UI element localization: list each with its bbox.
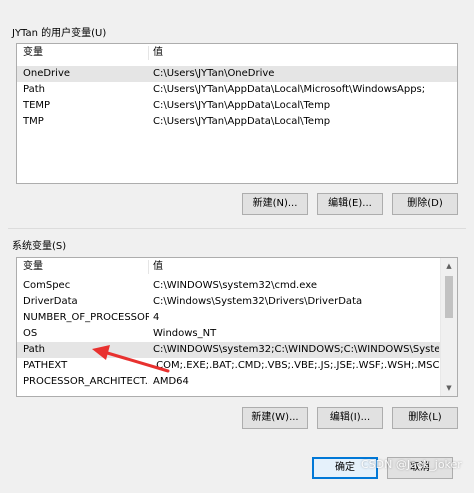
scrollbar-thumb[interactable] [445,276,453,318]
column-header-value[interactable]: 值 [153,258,439,276]
system-vars-label: 系统变量(S) [12,241,67,252]
environment-variables-dialog: JYTan 的用户变量(U) 变量 值 OneDrive C:\Users\JY… [0,0,474,493]
user-var-value: C:\Users\JYTan\AppData\Local\Microsoft\W… [153,84,426,95]
group-divider [8,228,466,229]
scroll-down-arrow-icon[interactable]: ▼ [441,380,457,396]
system-var-value: C:\Windows\System32\Drivers\DriverData [153,296,363,307]
column-header-name[interactable]: 变量 [23,44,149,62]
user-var-row-tmp[interactable]: TMP C:\Users\JYTan\AppData\Local\Temp [17,114,457,130]
system-edit-button[interactable]: 编辑(I)... [317,407,383,429]
system-var-value: AMD64 [153,376,189,387]
system-var-name: Path [23,344,45,355]
system-var-value: Windows_NT [153,328,217,339]
user-var-row-path[interactable]: Path C:\Users\JYTan\AppData\Local\Micros… [17,82,457,98]
scroll-up-arrow-icon[interactable]: ▲ [441,258,457,274]
system-delete-button[interactable]: 删除(L) [392,407,458,429]
column-header-name[interactable]: 变量 [23,258,149,276]
system-var-row-path[interactable]: Path C:\WINDOWS\system32;C:\WINDOWS;C:\W… [17,342,457,358]
user-delete-button[interactable]: 删除(D) [392,193,458,215]
system-var-value: 4 [153,312,160,323]
user-var-name: Path [23,84,45,95]
system-vars-scrollbar[interactable]: ▲ ▼ [440,258,457,396]
user-var-name: OneDrive [23,68,71,79]
column-separator[interactable] [148,46,149,60]
column-separator[interactable] [148,260,149,274]
system-var-name: NUMBER_OF_PROCESSORS [23,312,149,323]
system-var-row-driverdata[interactable]: DriverData C:\Windows\System32\Drivers\D… [17,294,457,310]
user-var-row-temp[interactable]: TEMP C:\Users\JYTan\AppData\Local\Temp [17,98,457,114]
user-vars-label: JYTan 的用户变量(U) [12,28,107,39]
system-new-button[interactable]: 新建(W)... [242,407,308,429]
system-vars-list[interactable]: 变量 值 ComSpec C:\WINDOWS\system32\cmd.exe… [16,257,458,397]
system-var-value: C:\WINDOWS\system32\cmd.exe [153,280,317,291]
system-var-name: DriverData [23,296,78,307]
system-vars-header: 变量 值 [17,258,457,276]
user-var-row-onedrive[interactable]: OneDrive C:\Users\JYTan\OneDrive [17,66,457,82]
system-var-row-processor-architecture[interactable]: PROCESSOR_ARCHITECT... AMD64 [17,374,457,390]
system-var-name: ComSpec [23,280,71,291]
user-edit-button[interactable]: 编辑(E)... [317,193,383,215]
system-var-row-comspec[interactable]: ComSpec C:\WINDOWS\system32\cmd.exe [17,278,457,294]
system-var-name: PATHEXT [23,360,68,371]
system-var-name: PROCESSOR_ARCHITECT... [23,376,149,387]
user-var-name: TMP [23,116,44,127]
user-var-name: TEMP [23,100,51,111]
system-var-row-number-of-processors[interactable]: NUMBER_OF_PROCESSORS 4 [17,310,457,326]
system-var-value: .COM;.EXE;.BAT;.CMD;.VBS;.VBE;.JS;.JSE;.… [153,360,439,371]
system-var-row-os[interactable]: OS Windows_NT [17,326,457,342]
user-var-value: C:\Users\JYTan\AppData\Local\Temp [153,116,331,127]
watermark: CSDN @Jack_joker [361,458,462,471]
system-var-row-pathext[interactable]: PATHEXT .COM;.EXE;.BAT;.CMD;.VBS;.VBE;.J… [17,358,457,374]
user-vars-header: 变量 值 [17,44,457,62]
user-new-button[interactable]: 新建(N)... [242,193,308,215]
system-var-name: OS [23,328,38,339]
user-var-value: C:\Users\JYTan\OneDrive [153,68,275,79]
user-vars-list[interactable]: 变量 值 OneDrive C:\Users\JYTan\OneDrive Pa… [16,43,458,184]
user-var-value: C:\Users\JYTan\AppData\Local\Temp [153,100,331,111]
column-header-value[interactable]: 值 [153,44,439,62]
system-var-value: C:\WINDOWS\system32;C:\WINDOWS;C:\WINDOW… [153,344,439,355]
